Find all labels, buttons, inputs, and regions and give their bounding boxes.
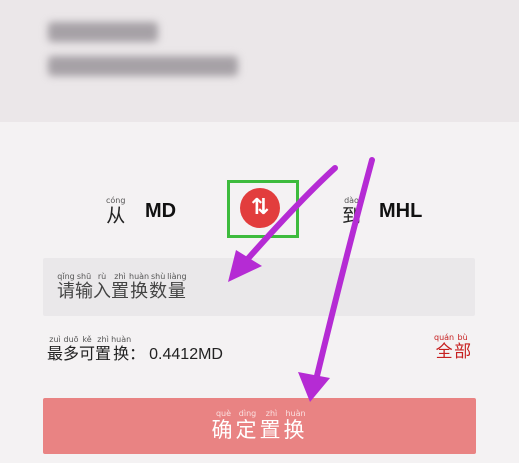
annotation-arrows [228,157,375,402]
arrow-to-input [228,165,338,282]
